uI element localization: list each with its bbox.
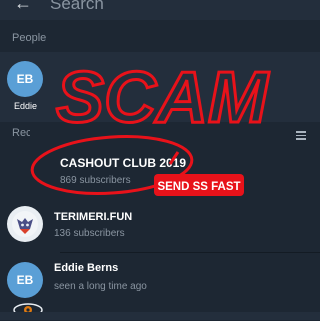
- chat-subtitle: 136 subscribers: [54, 228, 125, 239]
- list-item-terimeri[interactable]: TERIMERI.FUN 136 subscribers: [0, 204, 320, 256]
- recent-section-label: Recent: [12, 127, 30, 139]
- people-item-name[interactable]: Eddie: [14, 101, 37, 111]
- chat-subtitle: seen a long time ago: [54, 281, 147, 292]
- list-item-cashout-club[interactable]: CASHOUT CLUB 2019 869 subscribers: [0, 147, 320, 317]
- avatar[interactable]: [7, 206, 43, 242]
- next-row-edge: [0, 312, 320, 320]
- people-strip: [0, 52, 320, 122]
- search-header: ← Search: [0, 0, 320, 20]
- chat-title: Eddie Berns: [54, 262, 119, 274]
- chat-title: CASHOUT CLUB 2019: [60, 156, 187, 170]
- sort-menu-icon[interactable]: [296, 131, 306, 142]
- avatar[interactable]: EB: [7, 61, 43, 97]
- avatar[interactable]: EB: [7, 262, 43, 298]
- people-section-label: People: [12, 32, 47, 44]
- search-input[interactable]: Search: [50, 0, 104, 14]
- divider: [60, 252, 320, 253]
- chat-subtitle: 869 subscribers: [60, 175, 131, 186]
- back-arrow-icon[interactable]: ←: [14, 0, 32, 14]
- fox-logo-icon: [12, 211, 38, 237]
- chat-title: TERIMERI.FUN: [54, 211, 133, 223]
- list-item-eddie-berns[interactable]: Eddie Berns seen a long time ago: [0, 258, 320, 310]
